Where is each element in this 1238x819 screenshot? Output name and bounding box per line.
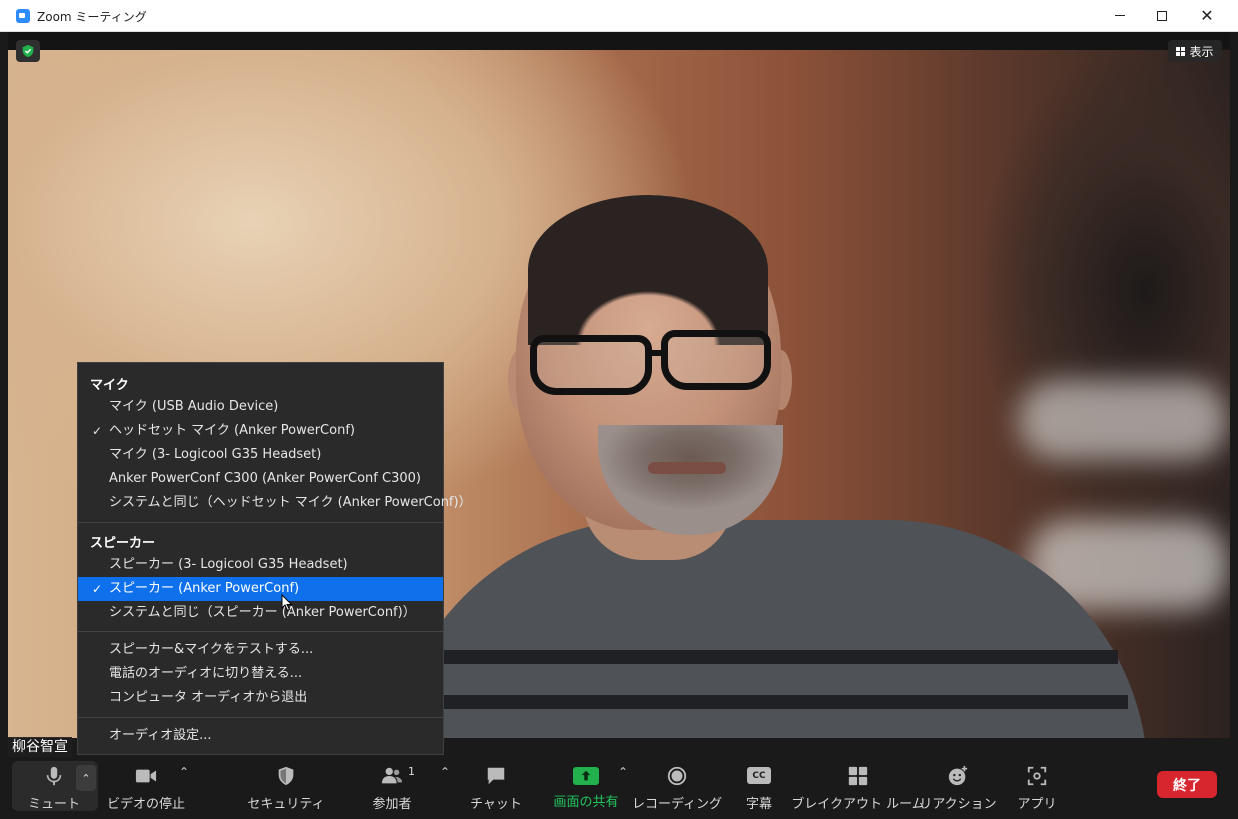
speaker-option[interactable]: スピーカー (3- Logicool G35 Headset) xyxy=(78,553,443,577)
mouse-cursor-icon xyxy=(281,594,293,612)
audio-settings-item[interactable]: オーディオ設定... xyxy=(78,724,443,748)
view-button[interactable]: 表示 xyxy=(1168,40,1222,62)
share-screen-icon xyxy=(573,766,599,785)
audio-options-caret[interactable]: ⌃ xyxy=(76,765,96,791)
close-button[interactable]: ✕ xyxy=(1184,0,1230,31)
audio-options-menu: マイク マイク (USB Audio Device) ✓ ヘッドセット マイク (… xyxy=(77,362,472,755)
top-strip xyxy=(8,32,1230,52)
apps-icon xyxy=(1025,765,1049,787)
emoji-reaction-icon xyxy=(946,765,970,787)
chat-bubble-icon xyxy=(484,765,508,787)
menu-divider xyxy=(78,717,443,718)
reactions-button[interactable]: リアクション xyxy=(919,757,997,819)
title-bar: Zoom ミーティング ✕ xyxy=(0,0,1238,32)
leave-computer-audio-item[interactable]: コンピュータ オーディオから退出 xyxy=(78,686,443,710)
breakout-rooms-button[interactable]: ブレイクアウト ルーム xyxy=(791,757,925,819)
captions-label: 字幕 xyxy=(745,796,772,812)
security-label: セキュリティ xyxy=(247,796,325,812)
meeting-toolbar: ミュート ⌃ ビデオの停止 ⌃ セキュリティ 参加者 1 ⌃ チャット 画面の共… xyxy=(8,757,1230,819)
zoom-app-icon xyxy=(16,9,30,23)
mic-option[interactable]: Anker PowerConf C300 (Anker PowerConf C3… xyxy=(78,467,443,491)
breakout-rooms-icon xyxy=(846,765,870,787)
security-button[interactable]: セキュリティ xyxy=(247,757,325,819)
menu-divider xyxy=(78,631,443,632)
chat-label: チャット xyxy=(470,796,522,812)
mic-option[interactable]: システムと同じ（ヘッドセット マイク (Anker PowerConf)） xyxy=(78,491,472,515)
record-button[interactable]: レコーディング xyxy=(632,757,722,819)
end-meeting-button[interactable]: 終了 xyxy=(1157,771,1217,798)
closed-captions-icon: CC xyxy=(747,765,771,787)
participant-name-tag: 柳谷智宣 xyxy=(8,737,72,757)
shield-icon xyxy=(274,765,298,787)
zoom-window: Zoom ミーティング ✕ 表示 柳谷智宣 ミュート ⌃ ビデオの停止 ⌃ セキ… xyxy=(0,0,1238,819)
record-icon xyxy=(665,765,689,787)
participants-options-caret[interactable]: ⌃ xyxy=(440,765,450,779)
share-options-caret[interactable]: ⌃ xyxy=(618,765,628,779)
encryption-shield-icon[interactable] xyxy=(16,40,40,62)
mic-option[interactable]: マイク (3- Logicool G35 Headset) xyxy=(78,443,443,467)
apps-button[interactable]: アプリ xyxy=(1017,757,1057,819)
minimize-button[interactable] xyxy=(1097,0,1143,31)
participant-count: 1 xyxy=(408,765,415,778)
speaker-option-selected[interactable]: ✓ スピーカー (Anker PowerConf) xyxy=(78,577,443,601)
mic-option[interactable]: ✓ ヘッドセット マイク (Anker PowerConf) xyxy=(78,419,443,443)
stop-video-button[interactable]: ビデオの停止 xyxy=(107,757,186,819)
maximize-button[interactable] xyxy=(1139,0,1185,31)
checkmark-icon: ✓ xyxy=(92,424,103,438)
mute-label: ミュート xyxy=(27,796,80,812)
chevron-up-icon: ⌃ xyxy=(81,771,91,785)
maximize-icon xyxy=(1157,10,1167,21)
mic-option[interactable]: マイク (USB Audio Device) xyxy=(78,395,443,419)
participants-label: 参加者 xyxy=(372,796,412,812)
menu-divider xyxy=(78,522,443,523)
speaker-section-heading: スピーカー xyxy=(90,536,156,551)
checkmark-icon: ✓ xyxy=(92,582,103,596)
share-label: 画面の共有 xyxy=(553,794,619,810)
participants-icon xyxy=(380,765,404,787)
window-title: Zoom ミーティング xyxy=(37,10,147,24)
mic-section-heading: マイク xyxy=(90,378,129,393)
minimize-icon xyxy=(1115,15,1125,16)
mute-button[interactable]: ミュート xyxy=(26,757,82,819)
test-audio-item[interactable]: スピーカー&マイクをテストする... xyxy=(78,638,443,662)
glasses xyxy=(530,335,652,395)
apps-label: アプリ xyxy=(1017,796,1057,812)
captions-button[interactable]: CC 字幕 xyxy=(741,757,777,819)
record-label: レコーディング xyxy=(631,796,723,812)
video-camera-icon xyxy=(134,765,158,787)
close-icon: ✕ xyxy=(1200,5,1214,25)
video-label: ビデオの停止 xyxy=(107,796,186,812)
chat-button[interactable]: チャット xyxy=(470,757,522,819)
speaker-option[interactable]: システムと同じ（スピーカー (Anker PowerConf)） xyxy=(78,601,443,625)
switch-to-phone-audio-item[interactable]: 電話のオーディオに切り替える... xyxy=(78,662,443,686)
view-label: 表示 xyxy=(1189,44,1214,59)
microphone-icon xyxy=(42,765,66,787)
share-screen-button[interactable]: 画面の共有 xyxy=(551,757,621,819)
breakout-label: ブレイクアウト ルーム xyxy=(791,796,925,812)
grid-view-icon xyxy=(1176,46,1186,56)
video-options-caret[interactable]: ⌃ xyxy=(179,765,189,779)
reactions-label: リアクション xyxy=(919,796,997,812)
